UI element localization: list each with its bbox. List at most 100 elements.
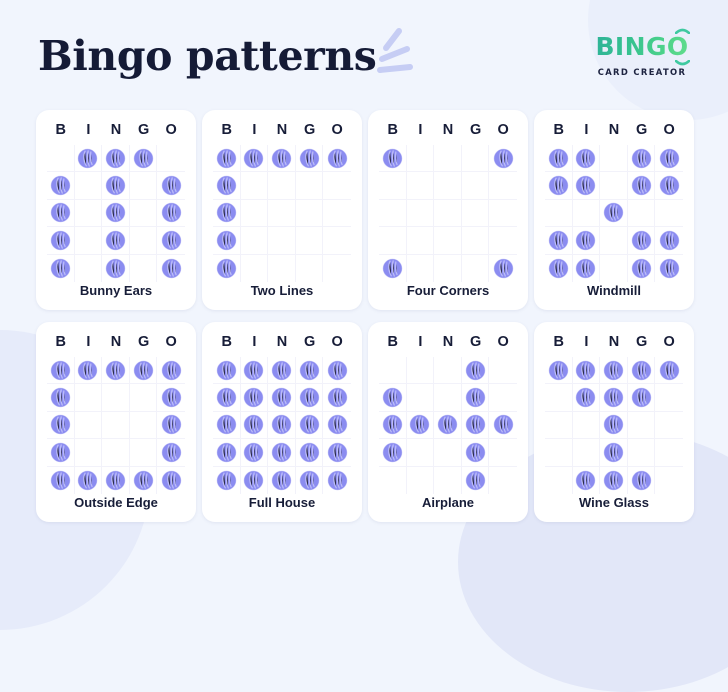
grid-cell-marked[interactable] [268, 411, 296, 440]
grid-cell-empty[interactable] [462, 254, 490, 282]
grid-cell-marked[interactable] [102, 172, 130, 200]
grid-cell-empty[interactable] [74, 227, 103, 255]
grid-cell-marked[interactable] [379, 411, 407, 440]
grid-cell-marked[interactable] [655, 227, 683, 255]
grid-cell-marked[interactable] [157, 227, 185, 255]
grid-cell-empty[interactable] [572, 199, 601, 228]
grid-cell-marked[interactable] [572, 172, 601, 200]
grid-cell-empty[interactable] [406, 357, 435, 385]
grid-cell-empty[interactable] [240, 172, 269, 200]
grid-cell-marked[interactable] [102, 466, 130, 494]
grid-cell-marked[interactable] [545, 357, 573, 385]
grid-cell-marked[interactable] [379, 439, 407, 467]
grid-cell-empty[interactable] [129, 227, 158, 255]
grid-cell-empty[interactable] [489, 227, 517, 255]
grid-cell-marked[interactable] [241, 466, 269, 494]
grid-cell-marked[interactable] [462, 466, 490, 494]
grid-cell-marked[interactable] [47, 227, 75, 255]
grid-cell-empty[interactable] [627, 411, 656, 440]
grid-cell-marked[interactable] [627, 384, 656, 412]
grid-cell-marked[interactable] [600, 199, 628, 228]
grid-cell-empty[interactable] [434, 384, 462, 412]
grid-cell-marked[interactable] [628, 254, 656, 282]
grid-cell-marked[interactable] [379, 145, 407, 173]
grid-cell-marked[interactable] [434, 411, 462, 440]
grid-cell-empty[interactable] [489, 439, 517, 467]
grid-cell-marked[interactable] [296, 466, 324, 494]
grid-cell-empty[interactable] [489, 200, 517, 228]
grid-cell-empty[interactable] [74, 172, 103, 200]
grid-cell-empty[interactable] [600, 145, 628, 173]
grid-cell-marked[interactable] [157, 384, 185, 412]
grid-cell-marked[interactable] [600, 411, 628, 440]
grid-cell-empty[interactable] [323, 255, 351, 282]
grid-cell-marked[interactable] [240, 411, 269, 440]
grid-cell-marked[interactable] [323, 467, 351, 494]
grid-cell-empty[interactable] [406, 172, 435, 200]
grid-cell-empty[interactable] [489, 357, 517, 385]
grid-cell-empty[interactable] [655, 384, 683, 412]
grid-cell-marked[interactable] [157, 357, 185, 385]
grid-cell-marked[interactable] [627, 172, 656, 200]
grid-cell-marked[interactable] [240, 384, 269, 412]
grid-cell-marked[interactable] [489, 255, 517, 282]
grid-cell-marked[interactable] [323, 357, 351, 385]
grid-cell-empty[interactable] [74, 199, 103, 228]
grid-cell-empty[interactable] [295, 227, 324, 255]
grid-cell-empty[interactable] [655, 467, 683, 494]
grid-cell-marked[interactable] [47, 357, 75, 385]
grid-cell-marked[interactable] [627, 145, 656, 173]
grid-cell-empty[interactable] [379, 172, 407, 200]
grid-cell-marked[interactable] [213, 439, 241, 467]
grid-cell-marked[interactable] [461, 384, 490, 412]
grid-cell-empty[interactable] [102, 439, 130, 467]
grid-cell-marked[interactable] [157, 255, 185, 282]
grid-cell-marked[interactable] [47, 384, 75, 412]
pattern-card[interactable]: B I N G O Windmill [534, 110, 694, 310]
grid-cell-marked[interactable] [323, 384, 351, 412]
grid-cell-marked[interactable] [47, 254, 75, 282]
grid-cell-empty[interactable] [240, 199, 269, 228]
grid-cell-empty[interactable] [47, 145, 75, 173]
grid-cell-empty[interactable] [129, 199, 158, 228]
grid-cell-marked[interactable] [655, 255, 683, 282]
grid-cell-marked[interactable] [627, 357, 656, 385]
grid-cell-marked[interactable] [572, 357, 601, 385]
grid-cell-marked[interactable] [157, 412, 185, 440]
grid-cell-marked[interactable] [545, 145, 573, 173]
grid-cell-empty[interactable] [489, 172, 517, 200]
grid-cell-marked[interactable] [75, 466, 103, 494]
grid-cell-marked[interactable] [102, 227, 130, 255]
grid-cell-empty[interactable] [572, 411, 601, 440]
grid-cell-empty[interactable] [129, 384, 158, 412]
grid-cell-marked[interactable] [268, 439, 296, 467]
grid-cell-marked[interactable] [47, 172, 75, 200]
grid-cell-marked[interactable] [461, 439, 490, 467]
grid-cell-marked[interactable] [295, 439, 324, 467]
grid-cell-marked[interactable] [47, 411, 75, 440]
grid-cell-marked[interactable] [157, 172, 185, 200]
grid-cell-empty[interactable] [75, 254, 103, 282]
grid-cell-marked[interactable] [74, 145, 103, 173]
grid-cell-marked[interactable] [573, 254, 601, 282]
grid-cell-empty[interactable] [434, 199, 462, 228]
grid-cell-empty[interactable] [434, 172, 462, 200]
grid-cell-marked[interactable] [655, 357, 683, 385]
grid-cell-empty[interactable] [572, 439, 601, 467]
grid-cell-empty[interactable] [129, 172, 158, 200]
grid-cell-marked[interactable] [461, 357, 490, 385]
grid-cell-marked[interactable] [406, 411, 435, 440]
grid-cell-empty[interactable] [545, 466, 573, 494]
grid-cell-marked[interactable] [323, 439, 351, 467]
grid-cell-empty[interactable] [74, 384, 103, 412]
grid-cell-marked[interactable] [573, 466, 601, 494]
grid-cell-marked[interactable] [379, 254, 407, 282]
grid-cell-empty[interactable] [627, 439, 656, 467]
grid-cell-empty[interactable] [600, 254, 628, 282]
grid-cell-marked[interactable] [323, 412, 351, 440]
grid-cell-empty[interactable] [406, 199, 435, 228]
grid-cell-marked[interactable] [379, 384, 407, 412]
grid-cell-marked[interactable] [545, 254, 573, 282]
grid-cell-marked[interactable] [47, 466, 75, 494]
grid-cell-empty[interactable] [627, 199, 656, 228]
